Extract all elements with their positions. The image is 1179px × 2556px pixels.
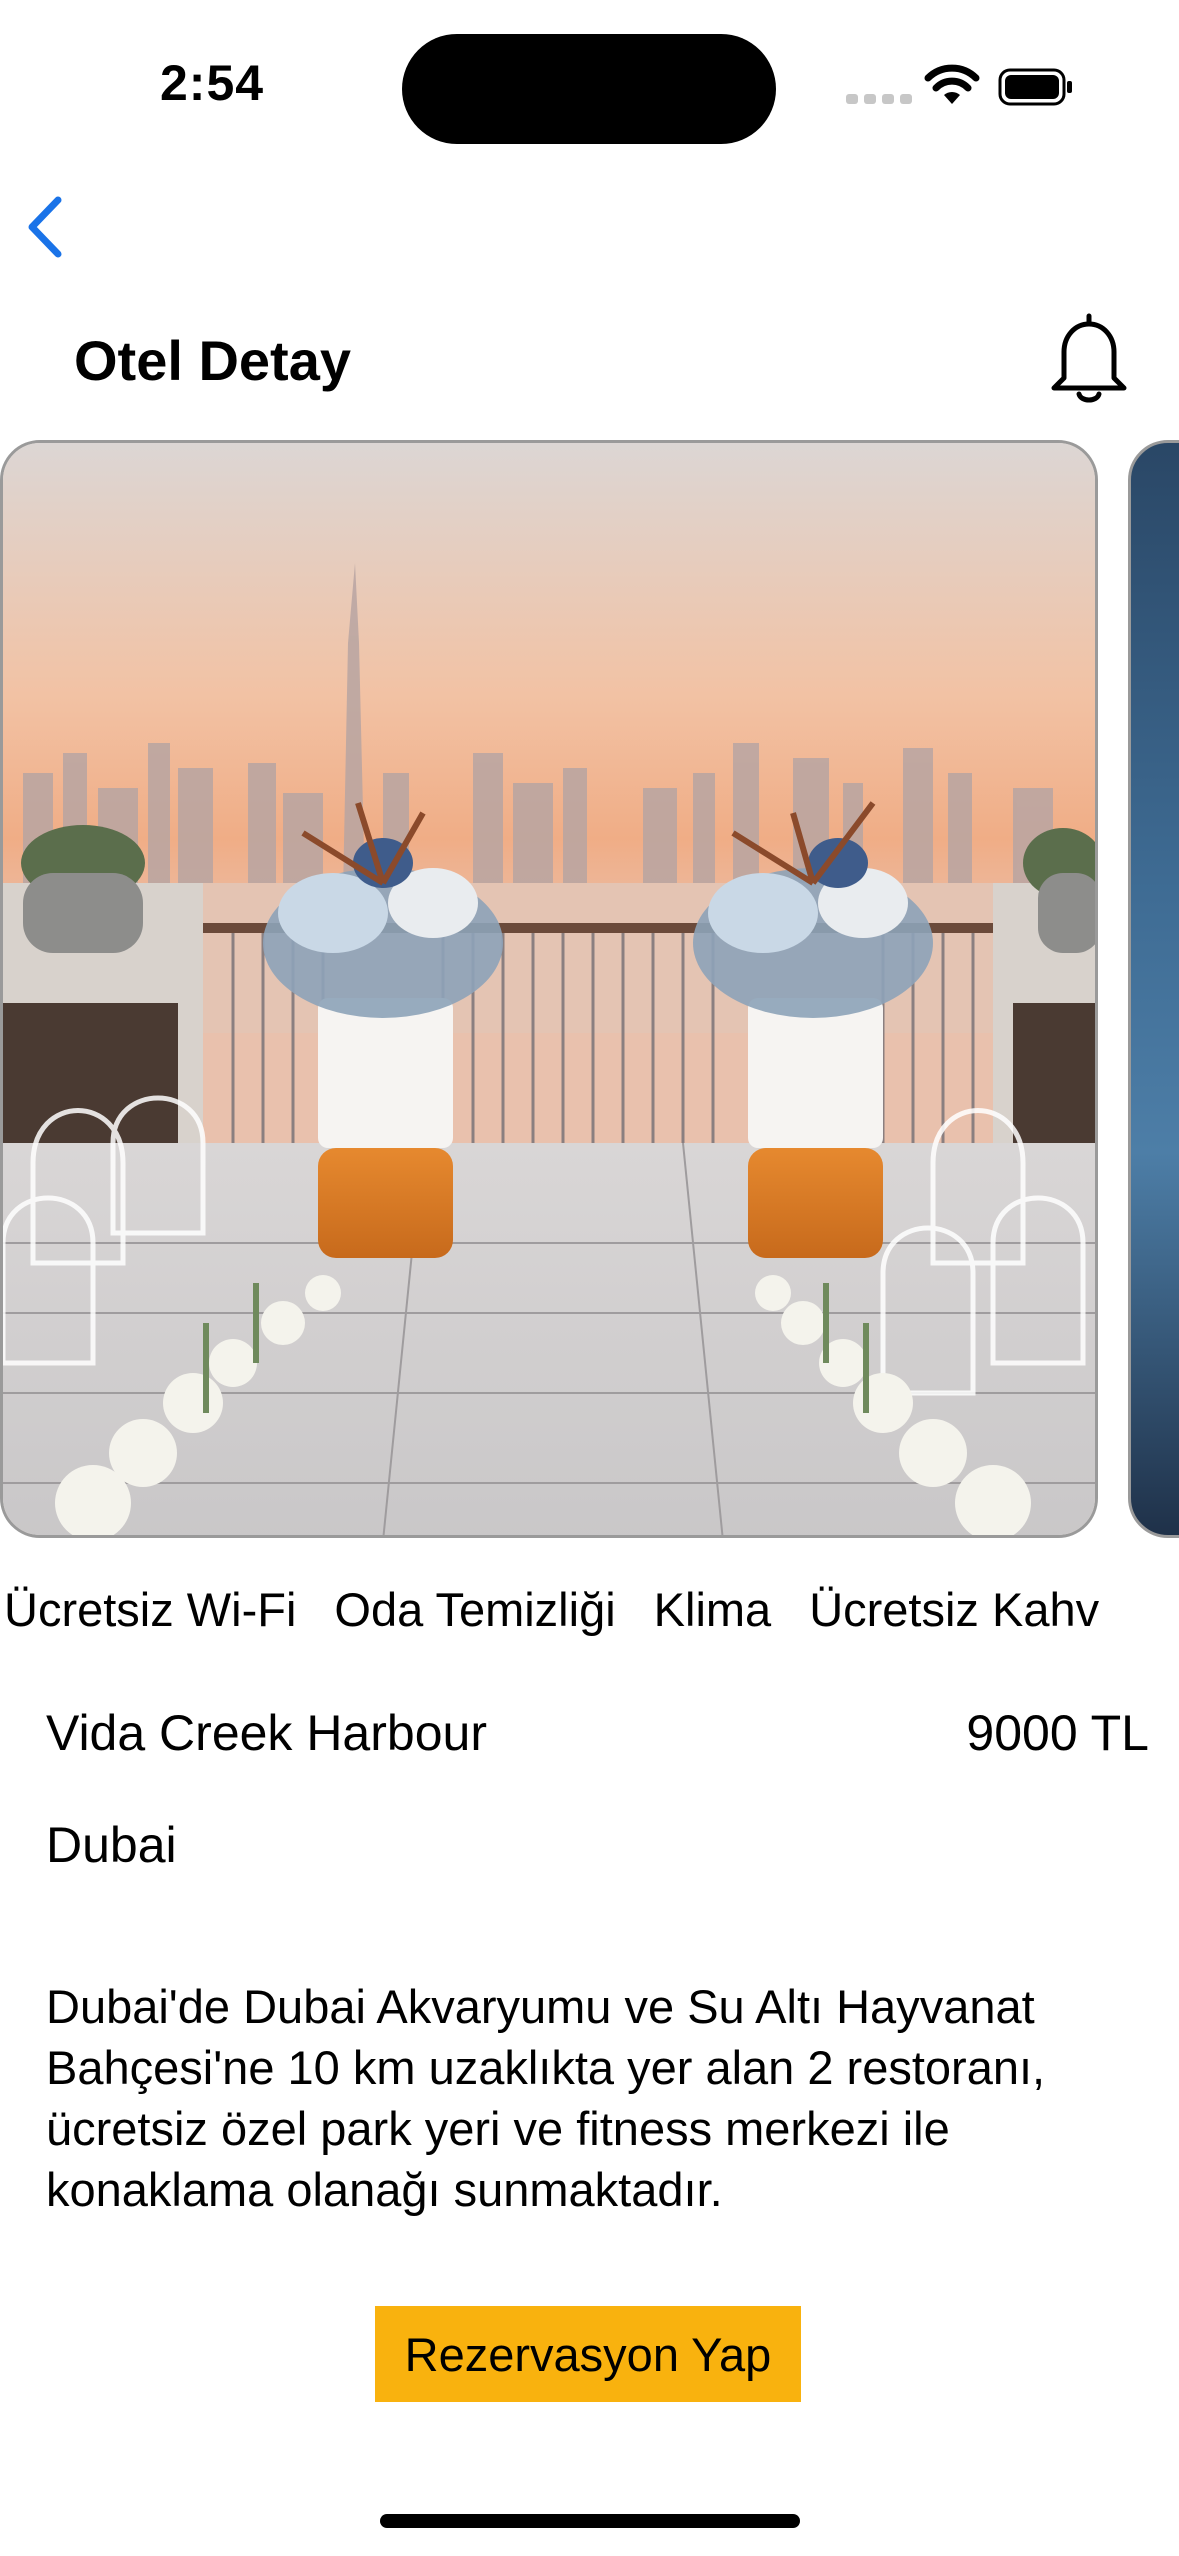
cellular-signal-icon xyxy=(846,94,912,104)
home-indicator[interactable] xyxy=(380,2514,800,2528)
amenity-item: Oda Temizliği xyxy=(334,1583,616,1636)
amenities-list: Ücretsiz Wi-Fi Oda Temizliği Klima Ücret… xyxy=(4,1582,1099,1637)
hotel-description: Dubai'de Dubai Akvaryumu ve Su Altı Hayv… xyxy=(46,1980,1046,2216)
amenity-item: Klima xyxy=(653,1583,772,1636)
hotel-photo-illustration xyxy=(3,443,1095,1535)
amenity-item: Ücretsiz Kahv xyxy=(809,1583,1100,1636)
bell-icon[interactable] xyxy=(1046,310,1132,406)
page-title: Otel Detay xyxy=(74,329,351,392)
amenity-item: Ücretsiz Wi-Fi xyxy=(4,1583,297,1636)
hotel-photo[interactable] xyxy=(0,440,1098,1538)
back-chevron-icon[interactable] xyxy=(22,192,72,262)
hotel-city: Dubai xyxy=(46,1817,177,1873)
wifi-icon xyxy=(924,64,980,104)
battery-icon xyxy=(998,68,1072,106)
hotel-name: Vida Creek Harbour xyxy=(46,1705,487,1761)
hotel-price: 9000 TL xyxy=(966,1705,1149,1761)
hotel-photo-next[interactable] xyxy=(1128,440,1179,1538)
dynamic-island xyxy=(402,34,776,144)
reserve-button[interactable]: Rezervasyon Yap xyxy=(375,2306,801,2402)
status-time: 2:54 xyxy=(160,55,265,111)
